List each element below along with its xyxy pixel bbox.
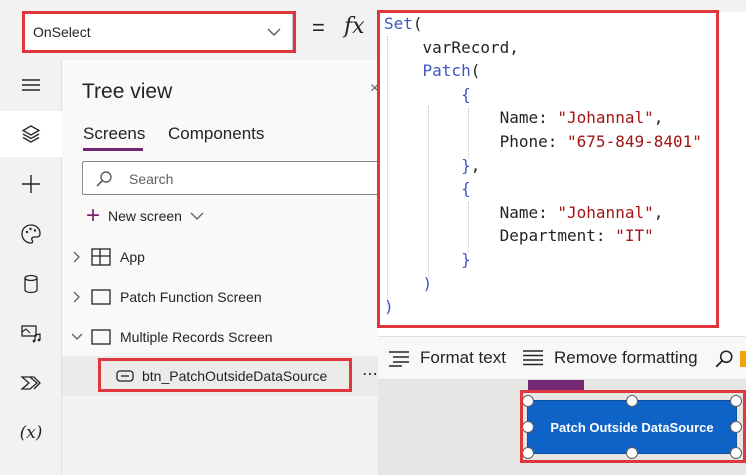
media-button[interactable]	[0, 310, 62, 356]
chevron-down-icon	[267, 28, 281, 36]
control-tab	[528, 380, 584, 392]
tree-node-patch-function-screen[interactable]: Patch Function Screen	[62, 277, 378, 317]
panel-footer-area	[62, 396, 412, 475]
remove-formatting-icon	[523, 350, 543, 366]
active-tab-indicator	[83, 148, 143, 151]
formula-line: varRecord,	[384, 37, 519, 57]
new-screen-button[interactable]: + New screen	[86, 202, 204, 229]
formula-line: },	[461, 155, 481, 175]
tree-view-panel: Tree view × Screens Components Search + …	[62, 60, 412, 475]
plus-icon	[22, 175, 40, 193]
formula-line: Name: "Johannal",	[384, 108, 664, 128]
formula-line: {	[461, 84, 471, 104]
variables-button[interactable]: (x)	[0, 410, 62, 456]
property-dropdown-value: OnSelect	[33, 24, 91, 40]
formula-line: Patch(	[422, 61, 481, 81]
data-button[interactable]	[0, 261, 62, 307]
chevron-down-icon	[71, 333, 83, 340]
tree-node-label: btn_PatchOutsideDataSource	[142, 368, 328, 384]
variables-icon: (x)	[19, 423, 43, 443]
remove-formatting-label: Remove formatting	[554, 348, 698, 367]
formula-editor[interactable]: Set( varRecord, Patch( { Name: "Johannal…	[378, 12, 746, 328]
themes-button[interactable]	[0, 211, 62, 257]
search-placeholder: Search	[129, 171, 174, 187]
tree-node-app[interactable]: App	[62, 237, 378, 277]
resize-handle[interactable]	[626, 395, 638, 407]
menu-button[interactable]	[0, 62, 62, 108]
tree-node-selected-control[interactable]: btn_PatchOutsideDataSource ⋯	[62, 356, 378, 396]
formula-line: )	[422, 273, 433, 293]
overflow-swatch	[740, 351, 746, 367]
tree-node-label: App	[120, 249, 145, 265]
formula-line: )	[384, 297, 394, 317]
formula-toolbar: Format text Remove formatting	[378, 336, 746, 380]
search-icon[interactable]	[714, 349, 734, 369]
resize-handle[interactable]	[730, 447, 742, 459]
screen-icon	[91, 329, 111, 345]
format-text-icon	[389, 351, 409, 367]
tree-node-multiple-records-screen[interactable]: Multiple Records Screen	[62, 317, 378, 357]
fx-icon[interactable]: fx	[344, 14, 365, 39]
resize-handle[interactable]	[522, 447, 534, 459]
formula-line: Name: "Johannal",	[384, 202, 664, 222]
formula-line: }	[461, 249, 471, 269]
property-dropdown[interactable]: OnSelect	[23, 12, 293, 52]
power-automate-button[interactable]	[0, 360, 62, 406]
equals-sign: =	[312, 15, 325, 40]
tree-node-label: Patch Function Screen	[120, 289, 262, 305]
panel-title: Tree view	[82, 80, 173, 103]
left-rail: (x)	[0, 60, 62, 475]
tab-screens[interactable]: Screens	[83, 124, 145, 144]
remove-formatting-button[interactable]: Remove formatting	[522, 348, 698, 368]
media-icon	[21, 325, 41, 343]
resize-handle[interactable]	[626, 447, 638, 459]
new-screen-label: New screen	[108, 208, 182, 224]
button-control-icon	[116, 370, 134, 382]
chevron-right-icon	[73, 251, 80, 263]
palette-icon	[21, 224, 41, 244]
formula-line: Phone: "675-849-8401"	[384, 131, 702, 151]
format-text-button[interactable]: Format text	[388, 348, 506, 368]
app-icon	[91, 248, 111, 266]
insert-button[interactable]	[0, 161, 62, 207]
plus-icon: +	[86, 202, 101, 229]
resize-handle[interactable]	[730, 395, 742, 407]
power-automate-icon	[20, 376, 41, 390]
canvas: Patch Outside DataSource	[378, 380, 746, 475]
more-options-icon[interactable]: ⋯	[362, 364, 378, 384]
resize-handle[interactable]	[522, 395, 534, 407]
layers-icon	[21, 125, 41, 143]
screen-icon	[91, 289, 111, 305]
tab-components[interactable]: Components	[168, 124, 264, 144]
formula-line: Set(	[384, 14, 423, 33]
hamburger-icon	[22, 79, 40, 91]
tree-view-button[interactable]	[0, 111, 62, 157]
formula-line: Department: "IT"	[384, 226, 654, 246]
patch-button[interactable]: Patch Outside DataSource	[527, 400, 737, 454]
tree-node-label: Multiple Records Screen	[120, 329, 273, 345]
search-icon	[96, 171, 112, 187]
formula-code: Set( varRecord, Patch( { Name: "Johannal…	[384, 12, 702, 319]
format-text-label: Format text	[420, 348, 506, 367]
chevron-right-icon	[73, 291, 80, 303]
resize-handle[interactable]	[522, 421, 534, 433]
chevron-down-icon	[190, 212, 204, 220]
search-input[interactable]: Search	[82, 161, 380, 195]
resize-handle[interactable]	[730, 421, 742, 433]
database-icon	[24, 274, 38, 294]
formula-line: {	[461, 179, 471, 199]
